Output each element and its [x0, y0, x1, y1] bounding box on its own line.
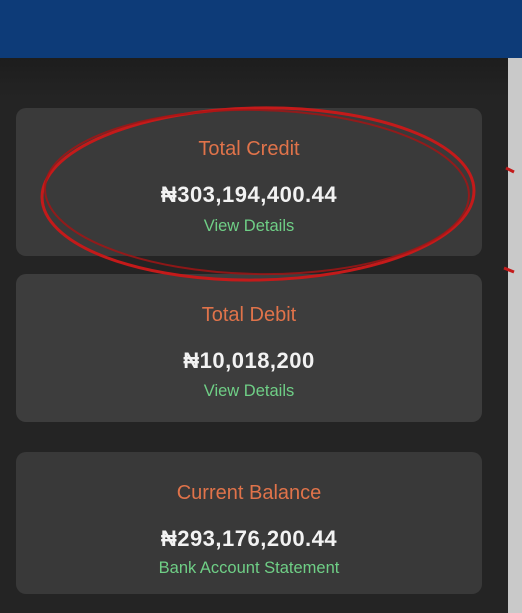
current-balance-card: Current Balance ₦293,176,200.44 Bank Acc… — [16, 452, 482, 594]
right-edge-strip — [508, 58, 522, 613]
current-balance-label: Current Balance — [176, 482, 322, 504]
total-credit-amount: ₦303,194,400.44 — [160, 182, 338, 207]
bank-account-statement-link[interactable]: Bank Account Statement — [16, 559, 482, 578]
total-credit-view-details-link[interactable]: View Details — [16, 217, 482, 236]
header-shadow — [0, 58, 522, 98]
total-debit-view-details-link[interactable]: View Details — [16, 382, 482, 401]
total-credit-label: Total Credit — [198, 138, 300, 160]
total-debit-label: Total Debit — [201, 304, 297, 326]
total-credit-card: Total Credit ₦303,194,400.44 View Detail… — [16, 108, 482, 256]
total-debit-amount: ₦10,018,200 — [183, 348, 315, 373]
current-balance-amount: ₦293,176,200.44 — [160, 526, 338, 551]
top-header-bar — [0, 0, 522, 58]
total-debit-card: Total Debit ₦10,018,200 View Details — [16, 274, 482, 422]
